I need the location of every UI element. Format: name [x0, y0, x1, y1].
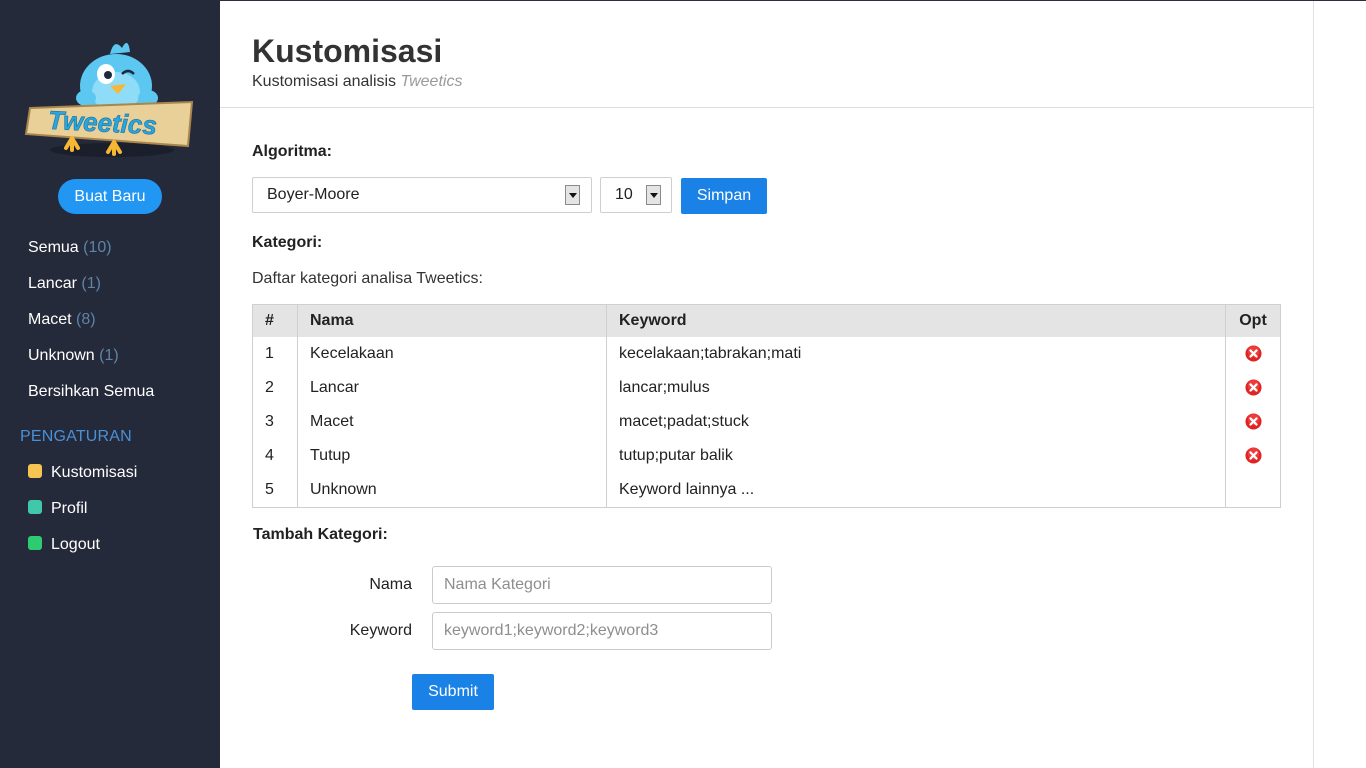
- row-name: Unknown: [297, 473, 607, 508]
- row-options: [1225, 473, 1281, 508]
- row-name: Kecelakaan: [297, 337, 607, 371]
- table-row: 3 Macet macet;padat;stuck: [253, 405, 1281, 439]
- table-row: 2 Lancar lancar;mulus: [253, 371, 1281, 405]
- delete-icon[interactable]: [1244, 379, 1262, 396]
- nav-item-count: (8): [76, 311, 96, 328]
- row-number: 3: [265, 413, 274, 430]
- sidebar-nav: Semua (10) Lancar (1) Macet (8) Unknown …: [28, 236, 154, 416]
- page-title: Kustomisasi: [252, 33, 443, 69]
- table-header-row: # Nama Keyword Opt: [252, 304, 1281, 337]
- nav-item-label: Bersihkan Semua: [28, 383, 155, 400]
- row-name: Macet: [297, 405, 607, 439]
- delete-icon[interactable]: [1244, 413, 1262, 430]
- row-keyword: tutup;putar balik: [606, 439, 1226, 473]
- settings-nav: Kustomisasi Profil Logout: [28, 461, 137, 569]
- settings-item-label: Profil: [51, 500, 88, 517]
- table-row: 1 Kecelakaan kecelakaan;tabrakan;mati: [253, 337, 1281, 371]
- status-dot-icon: [28, 500, 42, 514]
- nav-item-label: Lancar: [28, 275, 77, 292]
- row-number: 1: [265, 345, 274, 362]
- chevron-down-icon[interactable]: [565, 185, 580, 205]
- nav-item-semua[interactable]: Semua (10): [28, 236, 154, 272]
- row-keyword: macet;padat;stuck: [606, 405, 1226, 439]
- row-options: [1225, 405, 1281, 439]
- delete-icon[interactable]: [1244, 345, 1262, 362]
- save-button[interactable]: Simpan: [681, 178, 767, 214]
- row-name: Tutup: [297, 439, 607, 473]
- table-row: 5 Unknown Keyword lainnya ...: [253, 473, 1281, 508]
- nav-item-clear-all[interactable]: Bersihkan Semua: [28, 380, 154, 416]
- right-margin-panel: [1313, 1, 1366, 768]
- category-name-input[interactable]: [432, 566, 772, 604]
- add-category-title: Tambah Kategori:: [253, 526, 388, 543]
- row-number: 2: [265, 379, 274, 396]
- chevron-down-icon[interactable]: [646, 185, 661, 205]
- column-header-number: #: [252, 304, 298, 337]
- row-keyword: kecelakaan;tabrakan;mati: [606, 337, 1226, 371]
- settings-item-label: Logout: [51, 536, 100, 553]
- nav-item-label: Macet: [28, 311, 72, 328]
- nav-item-label: Unknown: [28, 347, 95, 364]
- table-row: 4 Tutup tutup;putar balik: [253, 439, 1281, 473]
- name-field-label: Nama: [369, 576, 412, 593]
- logo-text: Tweetics: [47, 105, 157, 141]
- row-name: Lancar: [297, 371, 607, 405]
- row-number: 4: [265, 447, 274, 464]
- category-description: Daftar kategori analisa Tweetics:: [252, 270, 483, 287]
- page-subtitle: Kustomisasi analisis Tweetics: [252, 73, 462, 91]
- header-divider: [220, 107, 1313, 108]
- algorithm-select[interactable]: Boyer-Moore: [252, 177, 592, 213]
- row-options: [1225, 337, 1281, 371]
- delete-icon[interactable]: [1244, 447, 1262, 464]
- tweetics-logo[interactable]: Tweetics: [22, 34, 198, 160]
- row-number: 5: [265, 481, 274, 498]
- subtitle-text: Kustomisasi analisis: [252, 73, 397, 90]
- settings-section-title: PENGATURAN: [20, 428, 132, 445]
- nav-item-lancar[interactable]: Lancar (1): [28, 272, 154, 308]
- settings-item-label: Kustomisasi: [51, 464, 138, 481]
- algorithm-select-value: Boyer-Moore: [267, 186, 360, 203]
- column-header-name: Nama: [297, 304, 607, 337]
- settings-item-kustomisasi[interactable]: Kustomisasi: [28, 461, 137, 497]
- category-table: # Nama Keyword Opt 1 Kecelakaan kecelaka…: [252, 304, 1281, 508]
- column-header-keyword: Keyword: [606, 304, 1226, 337]
- column-header-opt: Opt: [1225, 304, 1281, 337]
- nav-item-unknown[interactable]: Unknown (1): [28, 344, 154, 380]
- settings-item-profil[interactable]: Profil: [28, 497, 137, 533]
- number-select[interactable]: 10: [600, 177, 672, 213]
- nav-item-count: (10): [83, 239, 112, 256]
- create-new-button[interactable]: Buat Baru: [58, 179, 162, 214]
- status-dot-icon: [28, 464, 42, 478]
- row-keyword: lancar;mulus: [606, 371, 1226, 405]
- algorithm-label: Algoritma:: [252, 143, 332, 160]
- keyword-field-label: Keyword: [349, 622, 412, 639]
- nav-item-macet[interactable]: Macet (8): [28, 308, 154, 344]
- status-dot-icon: [28, 536, 42, 550]
- settings-item-logout[interactable]: Logout: [28, 533, 137, 569]
- submit-button[interactable]: Submit: [412, 674, 494, 710]
- row-keyword: Keyword lainnya ...: [606, 473, 1226, 508]
- keyword-input[interactable]: [432, 612, 772, 650]
- row-options: [1225, 371, 1281, 405]
- subtitle-brand: Tweetics: [400, 73, 463, 90]
- category-label: Kategori:: [252, 234, 323, 251]
- nav-item-count: (1): [99, 347, 119, 364]
- number-select-value: 10: [615, 186, 633, 203]
- main-content: Kustomisasi Kustomisasi analisis Tweetic…: [220, 1, 1313, 768]
- sidebar: Tweetics Buat Baru Semua (10) Lancar (1)…: [0, 0, 220, 768]
- nav-item-count: (1): [81, 275, 101, 292]
- row-options: [1225, 439, 1281, 473]
- nav-item-label: Semua: [28, 239, 79, 256]
